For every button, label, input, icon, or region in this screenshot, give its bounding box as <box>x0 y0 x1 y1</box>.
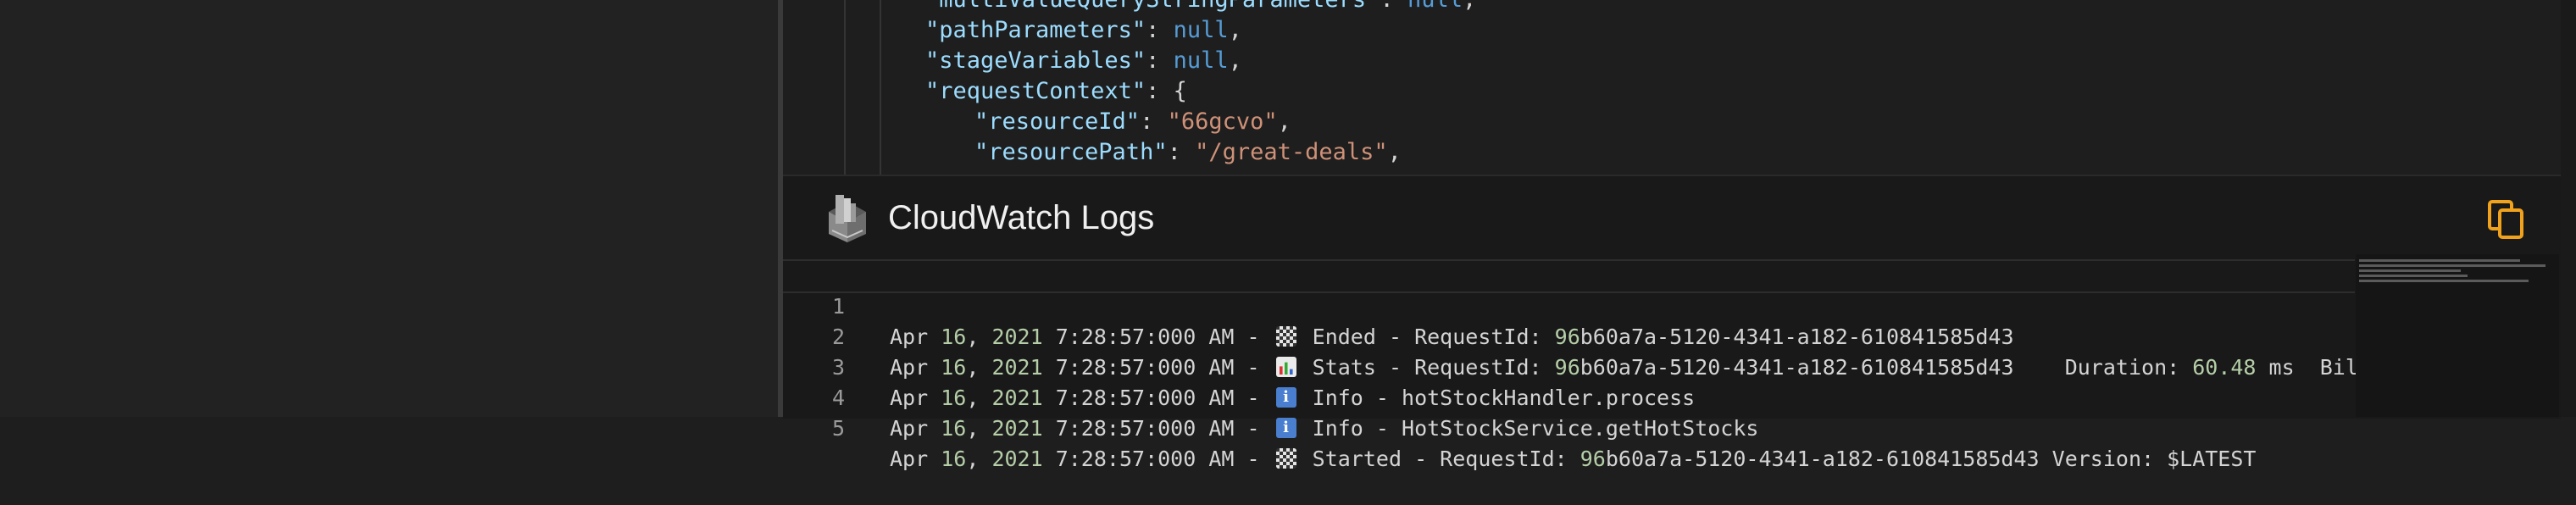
cloudwatch-logs-icon <box>829 195 866 242</box>
code-line: "resourceId": "66gcvo", <box>974 108 1291 135</box>
log-row[interactable]: 1 Apr 16, 2021 7:28:57:000 AM - Ended - … <box>783 259 2355 349</box>
checkered-flag-icon <box>1275 326 1296 347</box>
minimap-line <box>2359 275 2468 277</box>
line-number: 5 <box>832 416 846 441</box>
bar-chart-icon <box>1275 357 1296 377</box>
log-text: Apr 16, 2021 7:28:57:000 AM - i Info - h… <box>890 386 1696 410</box>
panel-title: CloudWatch Logs <box>888 199 1155 236</box>
minimap-line <box>2359 264 2545 267</box>
log-row[interactable]: 4 Apr 16, 2021 7:28:57:000 AM - i Info -… <box>783 352 1758 441</box>
log-text: Apr 16, 2021 7:28:57:000 AM - Started - … <box>890 447 2257 471</box>
log-list: 1 Apr 16, 2021 7:28:57:000 AM - Ended - … <box>783 259 2561 471</box>
left-pane <box>0 0 778 417</box>
info-icon: i <box>1275 418 1296 438</box>
info-icon: i <box>1275 387 1296 408</box>
log-text: Apr 16, 2021 7:28:57:000 AM - Ended - Re… <box>890 325 2014 349</box>
checkered-flag-icon <box>1275 448 1296 469</box>
minimap[interactable] <box>2356 254 2559 417</box>
log-row[interactable]: 3 Apr 16, 2021 7:28:57:000 AM - i Info -… <box>783 322 1695 410</box>
log-row[interactable]: 2 Apr 16, 2021 7:28:57:000 AM - Stats - … <box>783 291 2422 380</box>
copy-icon[interactable] <box>2486 198 2527 241</box>
code-line: "resourcePath": "/great-deals", <box>974 139 1402 165</box>
panel-header: CloudWatch Logs <box>783 176 2561 259</box>
minimap-line <box>2359 280 2529 282</box>
log-text: Apr 16, 2021 7:28:57:000 AM - Stats - Re… <box>890 355 2423 380</box>
log-text: Apr 16, 2021 7:28:57:000 AM - i Info - H… <box>890 416 1759 441</box>
json-editor[interactable]: "multiValueQueryStringParameters": null,… <box>783 0 2561 175</box>
code-line: "pathParameters": null, <box>925 17 1242 43</box>
vertical-scrollbar[interactable] <box>2561 0 2576 417</box>
cloudwatch-logs-panel: CloudWatch Logs 1 Apr 16, 2021 7:28:57:0… <box>783 175 2561 471</box>
code-line: "requestContext": { <box>925 78 1187 104</box>
code-line: "stageVariables": null, <box>925 47 1242 74</box>
minimap-line <box>2359 269 2461 272</box>
indent-guide <box>844 0 846 175</box>
indent-guide <box>880 0 881 175</box>
minimap-line <box>2359 259 2520 262</box>
log-row[interactable]: 5 Apr 16, 2021 7:28:57:000 AM - Started … <box>783 383 2256 471</box>
code-line: "multiValueQueryStringParameters": null, <box>925 0 1476 15</box>
